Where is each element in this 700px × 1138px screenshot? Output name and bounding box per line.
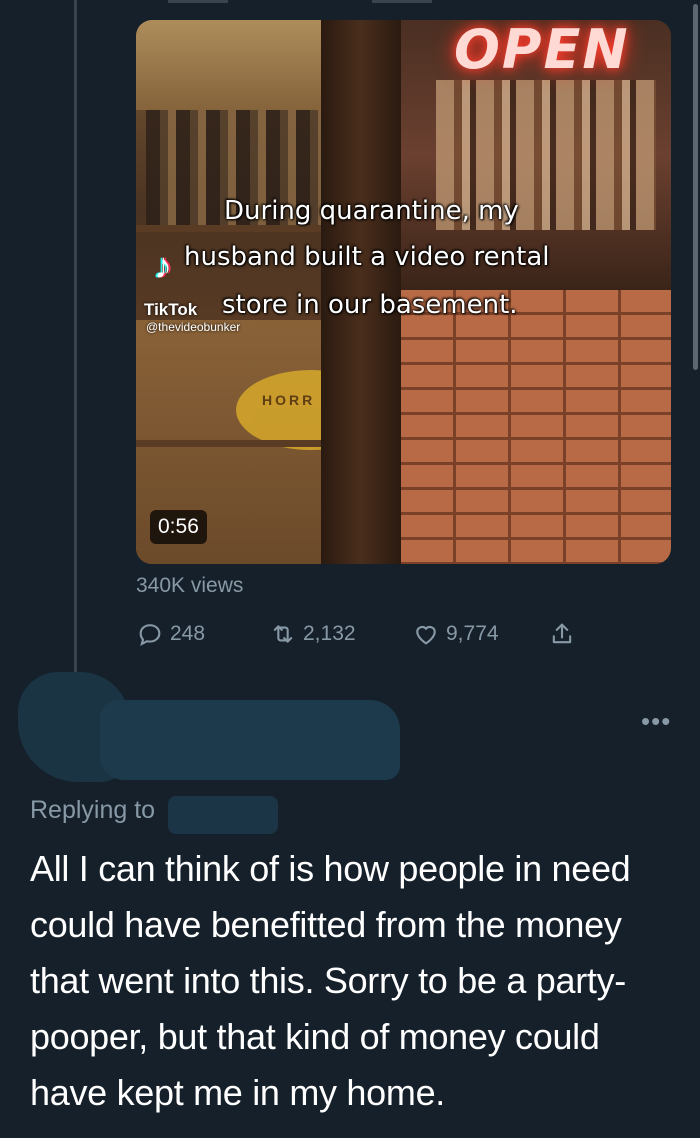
caption-line: husband built a video rental [184,242,550,272]
tiktok-logo-icon: ♪ [154,245,172,286]
tiktok-handle: @thevideobunker [146,320,241,334]
video-duration-badge: 0:56 [150,510,207,544]
view-count: 340K views [136,574,244,597]
redacted-replying-to-handle[interactable] [168,796,278,834]
scrollbar[interactable] [693,4,698,370]
share-button[interactable] [548,620,576,648]
like-button[interactable]: 9,774 [412,620,499,648]
video-player[interactable]: HORR OPEN During quarantine, my husband … [136,20,671,564]
heart-icon [416,625,436,645]
caption-line: store in our basement. [222,290,518,320]
tiktok-watermark: TikTok [144,300,198,319]
reply-button[interactable]: 248 [136,620,205,648]
top-divider-fragment [372,0,432,3]
like-count: 9,774 [446,622,499,645]
more-options-button[interactable]: ••• [641,706,671,737]
replying-to-label: Replying to [30,796,156,824]
top-divider-fragment [168,0,228,3]
redacted-author-name [100,700,400,780]
video-caption-overlay: During quarantine, my husband built a vi… [136,20,671,564]
share-icon [552,623,572,644]
reply-icon [139,624,161,646]
retweet-icon [273,625,293,643]
thread-line [74,0,77,676]
retweet-button[interactable]: 2,132 [269,620,356,648]
caption-line: During quarantine, my [224,196,519,226]
tweet-actions: 248 2,132 9,774 [136,620,696,654]
reply-tweet-text: All I can think of is how people in need… [30,848,631,1113]
retweet-count: 2,132 [303,622,356,645]
reply-count: 248 [170,622,206,645]
